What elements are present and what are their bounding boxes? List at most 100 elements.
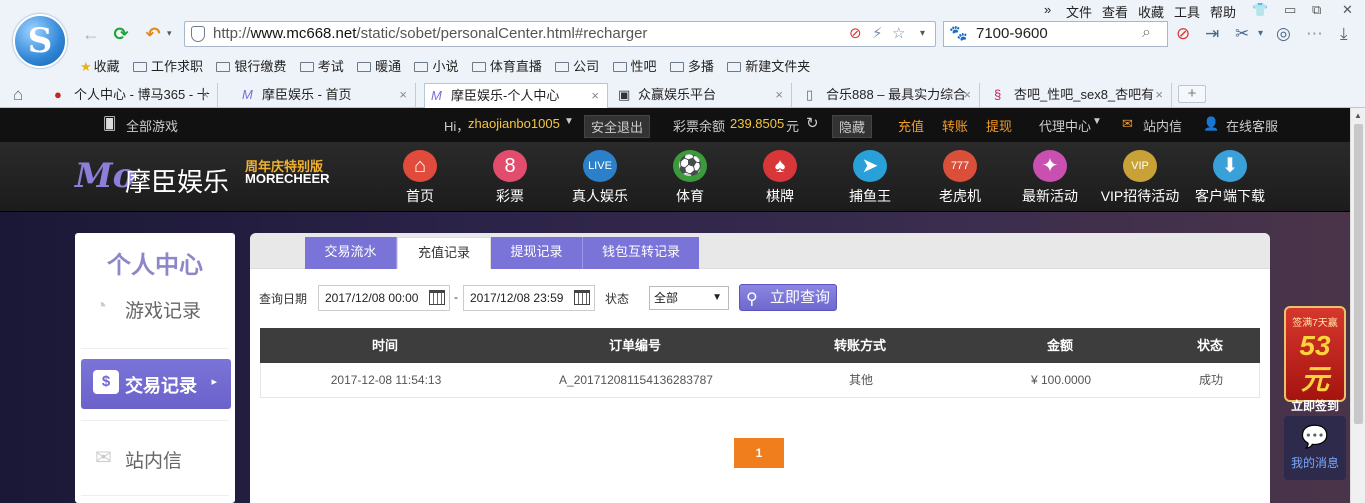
scroll-up-icon[interactable]: ▲ bbox=[1354, 111, 1362, 120]
online-service-link[interactable]: 在线客服 bbox=[1226, 116, 1278, 135]
status-select[interactable]: 全部 ▼ bbox=[649, 286, 729, 310]
menu-chevron[interactable]: » bbox=[1044, 2, 1051, 17]
ad-filter-icon[interactable]: ⊘ bbox=[1176, 23, 1190, 45]
close-tab-icon[interactable]: × bbox=[201, 83, 209, 107]
transfer-link[interactable]: 转账 bbox=[942, 116, 968, 135]
username[interactable]: zhaojianbo1005 bbox=[468, 116, 560, 131]
close-tab-icon[interactable]: × bbox=[963, 83, 971, 107]
sign-in-promo-float[interactable]: 签满7天赢 53元 立即签到 bbox=[1284, 306, 1346, 413]
close-tab-icon[interactable]: × bbox=[591, 84, 599, 108]
bookmark-star-icon[interactable]: ☆ bbox=[892, 25, 905, 43]
logout-button[interactable]: 安全退出 bbox=[584, 115, 651, 138]
nav-item-4[interactable]: ♠ 棋牌 bbox=[740, 150, 820, 206]
my-messages-float[interactable]: 💬 我的消息 bbox=[1284, 416, 1346, 480]
download-icon[interactable]: ⤓ bbox=[1340, 23, 1348, 45]
home-icon[interactable]: ⌂ bbox=[13, 85, 23, 105]
bookmark-folder[interactable]: 新建文件夹 bbox=[727, 56, 810, 75]
tab-withdraw-records[interactable]: 提现记录 bbox=[491, 237, 583, 269]
new-tab-button[interactable]: + bbox=[1178, 85, 1206, 103]
browser-tab[interactable]: ▣ 众赢娱乐平台 × bbox=[612, 83, 792, 108]
withdraw-link[interactable]: 提现 bbox=[986, 116, 1012, 135]
date-to-input[interactable]: 2017/12/08 23:59 bbox=[463, 285, 595, 311]
all-games-link[interactable]: 全部游戏 bbox=[126, 116, 178, 135]
sidebar-item-transactions[interactable]: $ 交易记录 ▸ bbox=[81, 359, 231, 409]
undo-dropdown-icon[interactable]: ▾ bbox=[167, 28, 172, 39]
bookmark-folder[interactable]: 暖通 bbox=[357, 56, 401, 75]
address-bar[interactable]: http://www.mc668.net/static/sobet/person… bbox=[184, 21, 936, 47]
refresh-icon[interactable]: ⟳ bbox=[109, 22, 133, 46]
browser-tab-active[interactable]: M 摩臣娱乐-个人中心 × bbox=[424, 83, 608, 108]
ad-block-icon[interactable]: ⊘ bbox=[849, 25, 862, 43]
inbox-link[interactable]: 站内信 bbox=[1143, 116, 1182, 135]
browser-search-input[interactable]: 7100-9600 bbox=[943, 21, 1168, 47]
close-tab-icon[interactable]: × bbox=[1155, 83, 1163, 107]
bookmark-folder[interactable]: 银行缴费 bbox=[216, 56, 286, 75]
translate-icon[interactable]: ◎ bbox=[1276, 23, 1291, 45]
bookmark-folder[interactable]: 多播 bbox=[669, 56, 714, 75]
brand-logo[interactable]: Mo 摩臣娱乐 bbox=[75, 156, 229, 197]
browser-tab[interactable]: ● 个人中心 - 博马365 - 十 × bbox=[48, 83, 218, 108]
restore-window-icon[interactable]: ▭ bbox=[1284, 2, 1296, 18]
close-tab-icon[interactable]: × bbox=[399, 83, 407, 107]
minimize-window-icon[interactable]: ⧉ bbox=[1312, 2, 1321, 18]
recharge-link[interactable]: 充值 bbox=[898, 116, 924, 135]
column-header-status: 状态 bbox=[1196, 338, 1223, 353]
bookmark-folder[interactable]: 工作求职 bbox=[133, 56, 203, 75]
nav-item-6[interactable]: 777 老虎机 bbox=[920, 150, 1000, 206]
menu-help[interactable]: 帮助 bbox=[1210, 2, 1236, 21]
agent-dropdown-icon[interactable]: ▼ bbox=[1092, 116, 1102, 127]
bookmark-folder[interactable]: 考试 bbox=[299, 56, 344, 75]
sidebar-item-game-records[interactable]: ◔ 游戏记录 bbox=[75, 283, 235, 333]
login-icon[interactable]: ⇥ bbox=[1205, 23, 1219, 45]
speed-mode-icon[interactable]: ⚡ bbox=[872, 25, 883, 43]
menu-favorites[interactable]: 收藏 bbox=[1138, 2, 1164, 21]
menu-tools[interactable]: 工具 bbox=[1174, 2, 1200, 21]
nav-item-3[interactable]: ⚽ 体育 bbox=[650, 150, 730, 206]
nav-item-1[interactable]: 8 彩票 bbox=[470, 150, 550, 206]
nav-item-5[interactable]: ➤ 捕鱼王 bbox=[830, 150, 910, 206]
search-icon[interactable]: ⌕ bbox=[1142, 24, 1151, 42]
menu-view[interactable]: 查看 bbox=[1102, 2, 1128, 21]
bookmark-folder[interactable]: 性吧 bbox=[612, 56, 657, 75]
nav-item-9[interactable]: ⬇ 客户端下载 bbox=[1190, 150, 1270, 206]
close-tab-icon[interactable]: × bbox=[775, 83, 783, 107]
scissors-icon[interactable]: ✂ bbox=[1235, 23, 1249, 45]
calendar-icon[interactable] bbox=[429, 290, 445, 305]
nav-item-0[interactable]: ⌂ 首页 bbox=[380, 150, 460, 206]
tab-transaction-flow[interactable]: 交易流水 bbox=[305, 237, 397, 269]
scissors-dropdown-icon[interactable]: ▾ bbox=[1258, 23, 1263, 45]
bookmark-folder[interactable]: 体育直播 bbox=[471, 56, 542, 75]
calendar-icon[interactable] bbox=[574, 290, 590, 305]
browser-tab[interactable]: ▯ 合乐888 – 最具实力综合 × bbox=[800, 83, 980, 108]
address-dropdown-icon[interactable]: ▾ bbox=[920, 25, 925, 43]
date-from-input[interactable]: 2017/12/08 00:00 bbox=[318, 285, 450, 311]
undo-close-tab-icon[interactable]: ↶ bbox=[141, 22, 165, 46]
nav-item-2[interactable]: LIVE 真人娱乐 bbox=[560, 150, 640, 206]
bookmark-folder[interactable]: 小说 bbox=[414, 56, 458, 75]
back-arrow-icon[interactable]: ← bbox=[79, 22, 103, 46]
browser-tab[interactable]: M 摩臣娱乐 - 首页 × bbox=[236, 83, 416, 108]
nav-item-7[interactable]: ✦ 最新活动 bbox=[1010, 150, 1090, 206]
page-scrollbar[interactable]: ▲ bbox=[1350, 108, 1365, 503]
scrollbar-thumb[interactable] bbox=[1354, 124, 1363, 424]
agent-center-link[interactable]: 代理中心 bbox=[1039, 116, 1091, 135]
nav-item-8[interactable]: VIP VIP招待活动 bbox=[1100, 150, 1180, 206]
menu-file[interactable]: 文件 bbox=[1066, 2, 1092, 21]
pagination-page-current[interactable]: 1 bbox=[734, 438, 784, 468]
sign-in-button[interactable]: 立即签到 bbox=[1286, 397, 1344, 414]
sidebar-item-inbox[interactable]: ✉ 站内信 bbox=[75, 433, 235, 483]
skin-icon[interactable]: 👕 bbox=[1252, 2, 1268, 18]
more-tools-icon[interactable]: ⋯ bbox=[1306, 23, 1323, 45]
browser-tab[interactable]: § 杏吧_性吧_sex8_杏吧有 × bbox=[988, 83, 1172, 108]
tab-recharge-records[interactable]: 充值记录 bbox=[397, 237, 491, 269]
baidu-paw-icon[interactable]: 🐾 bbox=[949, 24, 968, 42]
user-dropdown-icon[interactable]: ▼ bbox=[564, 116, 574, 127]
query-button[interactable]: ⚲ 立即查询 bbox=[739, 284, 837, 311]
bookmark-favorites[interactable]: ★ 收藏 bbox=[80, 56, 120, 75]
refresh-balance-icon[interactable]: ↻ bbox=[806, 114, 819, 132]
tab-wallet-transfer-records[interactable]: 钱包互转记录 bbox=[583, 237, 699, 269]
hide-balance-button[interactable]: 隐藏 bbox=[832, 115, 873, 138]
close-window-icon[interactable]: ✕ bbox=[1342, 2, 1353, 18]
bookmark-folder[interactable]: 公司 bbox=[555, 56, 599, 75]
security-shield-icon[interactable] bbox=[191, 26, 205, 42]
